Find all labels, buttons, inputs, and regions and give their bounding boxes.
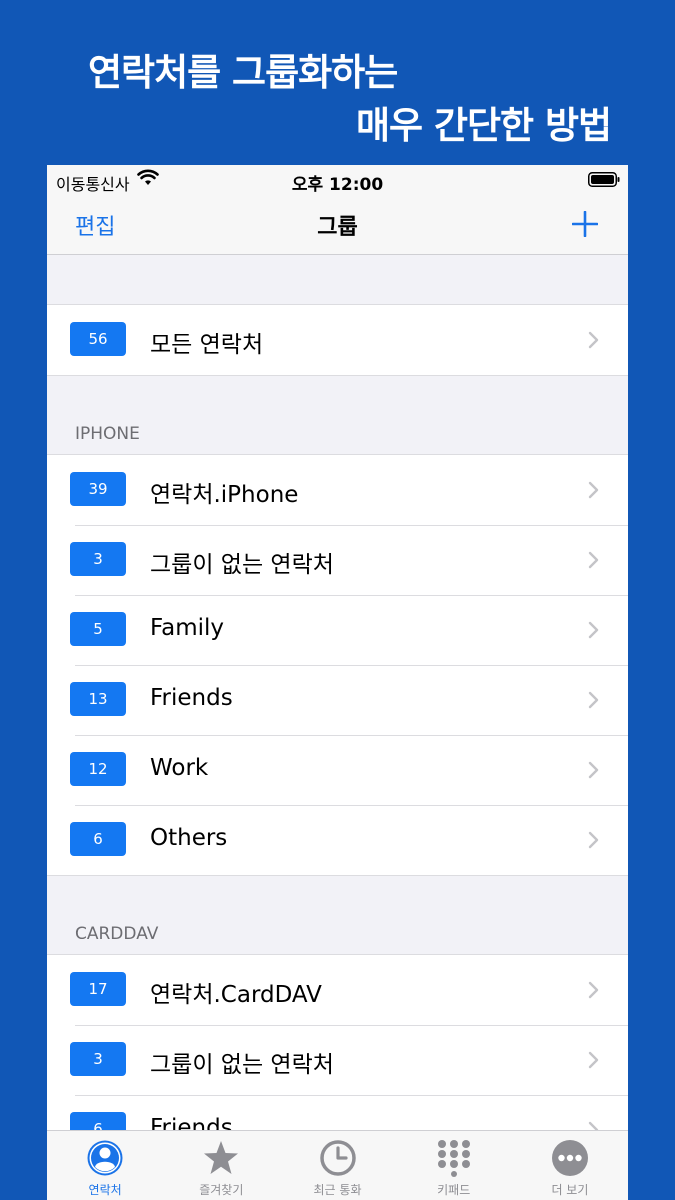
group-label: Work (150, 755, 209, 781)
group-row[interactable]: 3 그룹이 없는 연락처 (47, 1025, 628, 1095)
tab-recents[interactable]: 최근 통화 (279, 1131, 395, 1200)
count-badge: 3 (70, 542, 126, 576)
group-row-all-contacts[interactable]: 56 모든 연락처 (47, 305, 628, 375)
group-label: 모든 연락처 (150, 332, 264, 358)
group-label: 그룹이 없는 연락처 (150, 1052, 334, 1078)
navigation-bar: 편집 그룹 (47, 195, 628, 255)
tab-label: 연락처 (88, 1183, 122, 1197)
tab-contacts[interactable]: 연락처 (47, 1131, 163, 1200)
chevron-right-icon (588, 551, 599, 569)
iphone-section: 39 연락처.iPhone 3 그룹이 없는 연락처 5 Family 13 F… (47, 454, 628, 876)
chevron-right-icon (588, 621, 599, 639)
group-label: Others (150, 825, 228, 851)
tab-bar: 연락처 즐겨찾기 최근 통화 키패드 더 보기 (47, 1130, 628, 1200)
status-time: 오후 12:00 (291, 175, 384, 195)
person-icon (87, 1140, 123, 1176)
count-badge: 6 (70, 822, 126, 856)
group-label: 연락처.CardDAV (150, 982, 322, 1008)
group-row[interactable]: 6 Others (47, 805, 628, 875)
promo-headline-line1: 연락처를 그룹화하는 (88, 51, 398, 94)
group-row[interactable]: 5 Family (47, 595, 628, 665)
group-row[interactable]: 17 연락처.CardDAV (47, 955, 628, 1025)
group-label: 연락처.iPhone (150, 482, 299, 508)
group-row[interactable]: 3 그룹이 없는 연락처 (47, 525, 628, 595)
tab-more[interactable]: 더 보기 (512, 1131, 628, 1200)
tab-favorites[interactable]: 즐겨찾기 (163, 1131, 279, 1200)
group-row[interactable]: 13 Friends (47, 665, 628, 735)
chevron-right-icon (588, 691, 599, 709)
page-title: 그룹 (317, 215, 358, 240)
section-header-carddav: CARDDAV (75, 924, 159, 944)
tab-label: 더 보기 (551, 1183, 589, 1197)
tab-keypad[interactable]: 키패드 (396, 1131, 512, 1200)
group-label: Family (150, 615, 225, 641)
count-badge: 5 (70, 612, 126, 646)
count-badge: 3 (70, 1042, 126, 1076)
chevron-right-icon (588, 481, 599, 499)
chevron-right-icon (588, 981, 599, 999)
count-badge: 39 (70, 472, 126, 506)
status-bar: 이동통신사 오후 12:00 (47, 165, 628, 195)
tab-label: 키패드 (437, 1183, 471, 1197)
phone-screen: 이동통신사 오후 12:00 편집 그룹 56 모든 연락처 IPHONE 39… (47, 165, 628, 1200)
keypad-icon (437, 1140, 470, 1177)
tab-label: 즐겨찾기 (199, 1183, 244, 1197)
group-label: 그룹이 없는 연락처 (150, 552, 334, 578)
battery-icon (588, 172, 620, 187)
group-row[interactable]: 12 Work (47, 735, 628, 805)
group-list: 56 모든 연락처 IPHONE 39 연락처.iPhone 3 그룹이 없는 … (47, 256, 628, 1166)
group-label: Friends (150, 685, 233, 711)
count-badge: 13 (70, 682, 126, 716)
chevron-right-icon (588, 761, 599, 779)
chevron-right-icon (588, 331, 599, 349)
tab-label: 최근 통화 (313, 1183, 362, 1197)
group-row[interactable]: 39 연락처.iPhone (47, 455, 628, 525)
star-icon (204, 1141, 239, 1174)
count-badge: 17 (70, 972, 126, 1006)
count-badge: 56 (70, 322, 126, 356)
section-header-iphone: IPHONE (75, 424, 140, 444)
add-group-button[interactable] (572, 211, 598, 237)
promo-headline-line2: 매우 간단한 방법 (356, 104, 612, 147)
all-contacts-section: 56 모든 연락처 (47, 304, 628, 376)
count-badge: 12 (70, 752, 126, 786)
more-icon (551, 1140, 588, 1176)
chevron-right-icon (588, 831, 599, 849)
chevron-right-icon (588, 1051, 599, 1069)
clock-icon (319, 1140, 356, 1176)
